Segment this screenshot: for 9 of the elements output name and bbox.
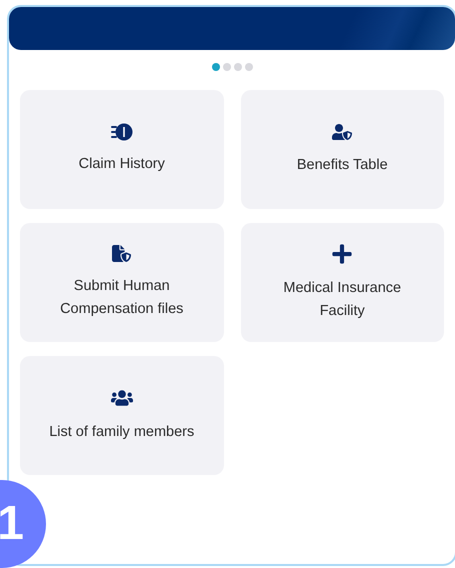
menu-tile[interactable]: Claim History bbox=[20, 90, 224, 209]
coin-icon bbox=[110, 123, 133, 141]
menu-tile[interactable]: List of family members bbox=[20, 356, 224, 475]
file-shield-icon bbox=[112, 244, 132, 263]
menu-tile[interactable]: Submit Human Compensation files bbox=[20, 223, 224, 342]
menu-tile[interactable]: Medical Insurance Facility bbox=[240, 223, 444, 342]
user-shield-icon bbox=[332, 122, 352, 142]
plus-icon bbox=[331, 242, 354, 264]
menu-tile[interactable]: Benefits Table bbox=[240, 90, 444, 209]
